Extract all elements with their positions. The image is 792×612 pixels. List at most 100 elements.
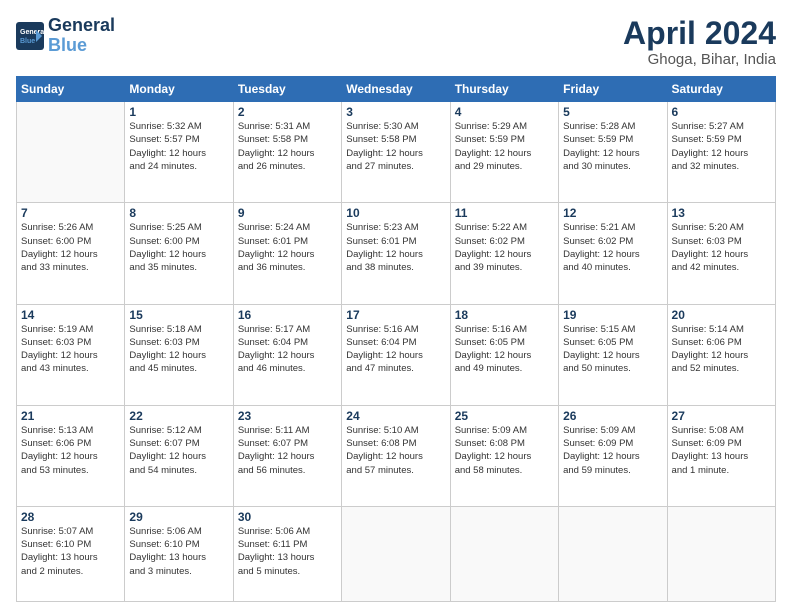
logo: General Blue General Blue <box>16 16 115 56</box>
day-info: Sunrise: 5:27 AM Sunset: 5:59 PM Dayligh… <box>672 120 771 173</box>
day-header-thursday: Thursday <box>450 77 558 102</box>
day-number: 10 <box>346 206 445 220</box>
day-info: Sunrise: 5:11 AM Sunset: 6:07 PM Dayligh… <box>238 424 337 477</box>
calendar-cell: 9Sunrise: 5:24 AM Sunset: 6:01 PM Daylig… <box>233 203 341 304</box>
calendar-cell <box>17 102 125 203</box>
calendar-cell: 4Sunrise: 5:29 AM Sunset: 5:59 PM Daylig… <box>450 102 558 203</box>
title-block: April 2024 Ghoga, Bihar, India <box>623 16 776 68</box>
day-number: 15 <box>129 308 228 322</box>
month-title: April 2024 <box>623 16 776 51</box>
day-header-sunday: Sunday <box>17 77 125 102</box>
day-number: 5 <box>563 105 662 119</box>
week-row-2: 7Sunrise: 5:26 AM Sunset: 6:00 PM Daylig… <box>17 203 776 304</box>
day-number: 14 <box>21 308 120 322</box>
day-number: 1 <box>129 105 228 119</box>
calendar-cell: 5Sunrise: 5:28 AM Sunset: 5:59 PM Daylig… <box>559 102 667 203</box>
day-number: 6 <box>672 105 771 119</box>
day-info: Sunrise: 5:16 AM Sunset: 6:05 PM Dayligh… <box>455 323 554 376</box>
day-info: Sunrise: 5:10 AM Sunset: 6:08 PM Dayligh… <box>346 424 445 477</box>
calendar-cell: 8Sunrise: 5:25 AM Sunset: 6:00 PM Daylig… <box>125 203 233 304</box>
calendar: SundayMondayTuesdayWednesdayThursdayFrid… <box>16 76 776 602</box>
day-number: 11 <box>455 206 554 220</box>
day-number: 22 <box>129 409 228 423</box>
day-number: 27 <box>672 409 771 423</box>
day-info: Sunrise: 5:06 AM Sunset: 6:11 PM Dayligh… <box>238 525 337 578</box>
day-info: Sunrise: 5:12 AM Sunset: 6:07 PM Dayligh… <box>129 424 228 477</box>
calendar-cell: 27Sunrise: 5:08 AM Sunset: 6:09 PM Dayli… <box>667 405 775 506</box>
day-header-friday: Friday <box>559 77 667 102</box>
calendar-cell: 29Sunrise: 5:06 AM Sunset: 6:10 PM Dayli… <box>125 506 233 601</box>
calendar-cell: 16Sunrise: 5:17 AM Sunset: 6:04 PM Dayli… <box>233 304 341 405</box>
week-row-3: 14Sunrise: 5:19 AM Sunset: 6:03 PM Dayli… <box>17 304 776 405</box>
calendar-page: General Blue General Blue April 2024 Gho… <box>0 0 792 612</box>
calendar-cell: 24Sunrise: 5:10 AM Sunset: 6:08 PM Dayli… <box>342 405 450 506</box>
calendar-cell: 21Sunrise: 5:13 AM Sunset: 6:06 PM Dayli… <box>17 405 125 506</box>
calendar-cell: 7Sunrise: 5:26 AM Sunset: 6:00 PM Daylig… <box>17 203 125 304</box>
calendar-cell: 26Sunrise: 5:09 AM Sunset: 6:09 PM Dayli… <box>559 405 667 506</box>
calendar-cell <box>450 506 558 601</box>
day-info: Sunrise: 5:14 AM Sunset: 6:06 PM Dayligh… <box>672 323 771 376</box>
logo-icon: General Blue <box>16 22 44 50</box>
day-number: 24 <box>346 409 445 423</box>
day-info: Sunrise: 5:16 AM Sunset: 6:04 PM Dayligh… <box>346 323 445 376</box>
day-number: 3 <box>346 105 445 119</box>
day-info: Sunrise: 5:21 AM Sunset: 6:02 PM Dayligh… <box>563 221 662 274</box>
day-header-wednesday: Wednesday <box>342 77 450 102</box>
day-number: 13 <box>672 206 771 220</box>
day-info: Sunrise: 5:30 AM Sunset: 5:58 PM Dayligh… <box>346 120 445 173</box>
day-info: Sunrise: 5:31 AM Sunset: 5:58 PM Dayligh… <box>238 120 337 173</box>
day-number: 9 <box>238 206 337 220</box>
week-row-1: 1Sunrise: 5:32 AM Sunset: 5:57 PM Daylig… <box>17 102 776 203</box>
day-info: Sunrise: 5:09 AM Sunset: 6:09 PM Dayligh… <box>563 424 662 477</box>
logo-line2: Blue <box>48 35 87 55</box>
day-info: Sunrise: 5:20 AM Sunset: 6:03 PM Dayligh… <box>672 221 771 274</box>
day-info: Sunrise: 5:06 AM Sunset: 6:10 PM Dayligh… <box>129 525 228 578</box>
day-info: Sunrise: 5:15 AM Sunset: 6:05 PM Dayligh… <box>563 323 662 376</box>
day-header-monday: Monday <box>125 77 233 102</box>
calendar-table: SundayMondayTuesdayWednesdayThursdayFrid… <box>16 76 776 602</box>
calendar-cell: 23Sunrise: 5:11 AM Sunset: 6:07 PM Dayli… <box>233 405 341 506</box>
day-info: Sunrise: 5:24 AM Sunset: 6:01 PM Dayligh… <box>238 221 337 274</box>
calendar-cell: 6Sunrise: 5:27 AM Sunset: 5:59 PM Daylig… <box>667 102 775 203</box>
day-number: 20 <box>672 308 771 322</box>
calendar-cell: 1Sunrise: 5:32 AM Sunset: 5:57 PM Daylig… <box>125 102 233 203</box>
calendar-cell <box>342 506 450 601</box>
day-info: Sunrise: 5:29 AM Sunset: 5:59 PM Dayligh… <box>455 120 554 173</box>
day-number: 17 <box>346 308 445 322</box>
day-info: Sunrise: 5:13 AM Sunset: 6:06 PM Dayligh… <box>21 424 120 477</box>
day-info: Sunrise: 5:08 AM Sunset: 6:09 PM Dayligh… <box>672 424 771 477</box>
calendar-cell: 12Sunrise: 5:21 AM Sunset: 6:02 PM Dayli… <box>559 203 667 304</box>
location: Ghoga, Bihar, India <box>623 51 776 68</box>
calendar-cell: 14Sunrise: 5:19 AM Sunset: 6:03 PM Dayli… <box>17 304 125 405</box>
day-number: 26 <box>563 409 662 423</box>
day-number: 19 <box>563 308 662 322</box>
calendar-cell <box>667 506 775 601</box>
calendar-cell: 17Sunrise: 5:16 AM Sunset: 6:04 PM Dayli… <box>342 304 450 405</box>
header-row: SundayMondayTuesdayWednesdayThursdayFrid… <box>17 77 776 102</box>
calendar-cell: 25Sunrise: 5:09 AM Sunset: 6:08 PM Dayli… <box>450 405 558 506</box>
calendar-cell: 11Sunrise: 5:22 AM Sunset: 6:02 PM Dayli… <box>450 203 558 304</box>
day-info: Sunrise: 5:28 AM Sunset: 5:59 PM Dayligh… <box>563 120 662 173</box>
day-number: 7 <box>21 206 120 220</box>
day-number: 16 <box>238 308 337 322</box>
header: General Blue General Blue April 2024 Gho… <box>16 16 776 68</box>
day-number: 4 <box>455 105 554 119</box>
day-number: 12 <box>563 206 662 220</box>
day-number: 21 <box>21 409 120 423</box>
day-number: 2 <box>238 105 337 119</box>
day-info: Sunrise: 5:09 AM Sunset: 6:08 PM Dayligh… <box>455 424 554 477</box>
calendar-cell: 18Sunrise: 5:16 AM Sunset: 6:05 PM Dayli… <box>450 304 558 405</box>
day-info: Sunrise: 5:25 AM Sunset: 6:00 PM Dayligh… <box>129 221 228 274</box>
day-number: 28 <box>21 510 120 524</box>
calendar-cell: 19Sunrise: 5:15 AM Sunset: 6:05 PM Dayli… <box>559 304 667 405</box>
day-number: 8 <box>129 206 228 220</box>
calendar-cell: 22Sunrise: 5:12 AM Sunset: 6:07 PM Dayli… <box>125 405 233 506</box>
logo-text: General Blue <box>48 16 115 56</box>
week-row-5: 28Sunrise: 5:07 AM Sunset: 6:10 PM Dayli… <box>17 506 776 601</box>
logo-line1: General <box>48 15 115 35</box>
day-number: 25 <box>455 409 554 423</box>
calendar-cell: 28Sunrise: 5:07 AM Sunset: 6:10 PM Dayli… <box>17 506 125 601</box>
day-info: Sunrise: 5:32 AM Sunset: 5:57 PM Dayligh… <box>129 120 228 173</box>
day-info: Sunrise: 5:07 AM Sunset: 6:10 PM Dayligh… <box>21 525 120 578</box>
week-row-4: 21Sunrise: 5:13 AM Sunset: 6:06 PM Dayli… <box>17 405 776 506</box>
